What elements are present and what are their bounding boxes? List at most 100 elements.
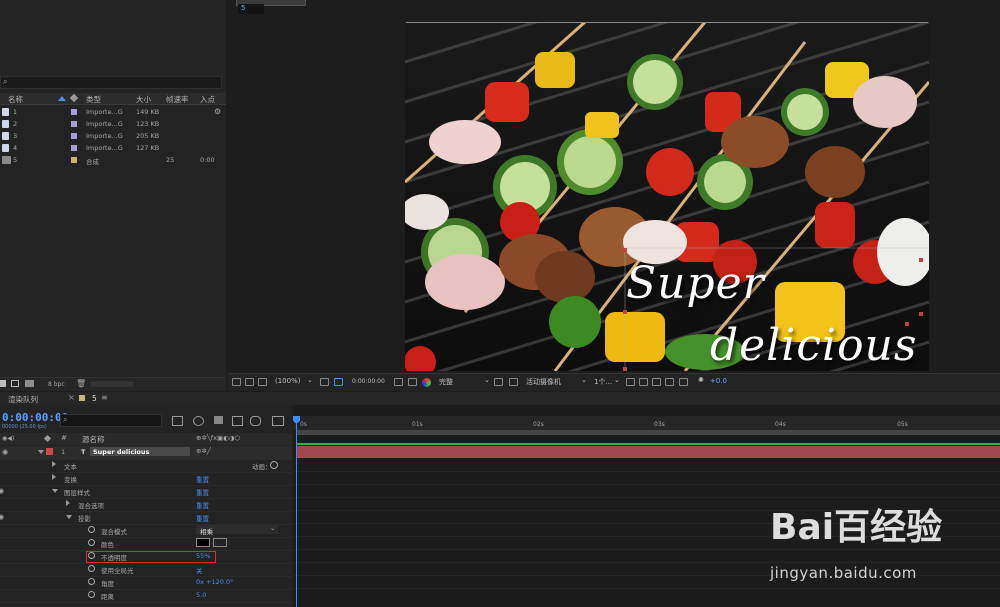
layer-switches[interactable]: ⊕✲╱	[196, 447, 211, 455]
tab-render-queue[interactable]: 渲染队列	[8, 394, 38, 405]
property-row[interactable]: 角度 0x +120.0°	[0, 576, 292, 590]
property-row[interactable]: 文本 动画：	[0, 459, 292, 473]
viewer-layout-icon[interactable]	[626, 378, 635, 386]
col-in[interactable]: 入点	[200, 94, 215, 105]
camera-dropdown[interactable]: 活动摄像机	[526, 377, 561, 387]
expand-arrow-icon[interactable]	[52, 474, 56, 480]
project-item[interactable]: 3 Importe...G 205 KB	[0, 130, 226, 142]
av-switches-icon[interactable]: ◉◀)	[2, 435, 14, 442]
color-channel-icon[interactable]	[422, 378, 431, 387]
property-row[interactable]: 混合模式 相乘 ⌄	[0, 524, 292, 538]
panel-menu-icon[interactable]: ≡	[101, 393, 108, 402]
property-row[interactable]: 混合选项 重置	[0, 498, 292, 512]
project-item[interactable]: 4 Importe...G 127 KB	[0, 142, 226, 154]
monitor-icon[interactable]	[245, 378, 254, 386]
stopwatch-icon[interactable]	[88, 578, 95, 585]
reset-link[interactable]: 重置	[196, 513, 209, 523]
reset-link[interactable]: 重置	[196, 474, 209, 484]
transparency-grid-icon[interactable]	[509, 378, 518, 386]
composition-canvas[interactable]	[405, 22, 929, 371]
work-area-bar[interactable]	[296, 430, 1000, 435]
layer-switches-icons[interactable]: ⊕✲╲fx▣◐◑⬡	[196, 434, 240, 442]
project-search-input[interactable]: ⌕	[0, 76, 222, 89]
flowchart-icon[interactable]: ⚙	[214, 107, 221, 116]
views-dropdown[interactable]: 1个...	[594, 377, 612, 387]
tab-comp[interactable]: 5	[92, 394, 97, 403]
col-size[interactable]: 大小	[136, 94, 151, 105]
layer-duration-bar[interactable]	[296, 446, 1000, 458]
current-timecode[interactable]: 0:00:00:00	[2, 411, 68, 424]
global-light-value[interactable]: 关	[196, 565, 203, 575]
label-color[interactable]	[46, 448, 53, 455]
zoom-dropdown[interactable]: (100%)	[275, 377, 300, 385]
chevron-down-icon[interactable]: ⌄	[614, 376, 620, 384]
canvas-text-delicious[interactable]: delicious	[710, 320, 917, 371]
exposure-icon[interactable]: ✺	[698, 376, 704, 384]
new-composition-icon[interactable]	[25, 380, 34, 387]
motion-blur-icon[interactable]	[250, 416, 261, 426]
playhead-line[interactable]	[296, 416, 297, 607]
angle-value[interactable]: 0x +120.0°	[196, 578, 233, 586]
close-icon[interactable]: ×	[68, 393, 75, 402]
col-name[interactable]: 名称	[8, 94, 23, 105]
resolution-dropdown[interactable]: 完整	[439, 377, 453, 387]
color-swatch[interactable]	[196, 538, 210, 547]
mask-visibility-icon[interactable]	[334, 378, 343, 386]
chevron-down-icon[interactable]: ⌄	[484, 376, 490, 384]
viewer-timecode[interactable]: 0:00:00:00	[352, 378, 385, 385]
glasses-icon[interactable]	[258, 378, 267, 386]
fast-preview-icon[interactable]	[639, 378, 648, 386]
layer-row[interactable]: ◉ 1 T Super delicious ⊕✲╱	[0, 446, 292, 460]
bpc-label[interactable]: 8 bpc	[48, 381, 65, 388]
new-folder-icon[interactable]	[11, 380, 19, 387]
trash-icon[interactable]: 🗑	[76, 379, 86, 388]
col-type[interactable]: 类型	[86, 94, 101, 105]
chevron-down-icon[interactable]: ⌄	[307, 376, 313, 384]
col-source-name[interactable]: 源名称	[82, 434, 105, 445]
draft-3d-icon[interactable]	[193, 416, 204, 426]
graph-editor-icon[interactable]	[272, 416, 284, 426]
distance-value[interactable]: 5.0	[196, 591, 206, 599]
stopwatch-icon[interactable]	[88, 526, 95, 533]
property-row[interactable]: 颜色	[0, 537, 292, 551]
animate-menu[interactable]: 动画：	[252, 461, 272, 471]
visibility-eye-icon[interactable]: ◉	[2, 448, 8, 456]
layer-name[interactable]: Super delicious	[93, 448, 149, 456]
interpret-footage-icon[interactable]	[0, 380, 6, 387]
grid-icon[interactable]	[320, 378, 329, 386]
channel-icon[interactable]	[679, 378, 688, 386]
chevron-down-icon[interactable]: ⌄	[270, 524, 275, 532]
flowchart-icon[interactable]	[665, 378, 674, 386]
footer-slider[interactable]	[90, 381, 134, 387]
property-row[interactable]: 使用全局光 关	[0, 563, 292, 577]
expand-arrow-icon[interactable]	[66, 500, 70, 506]
show-snapshot-icon[interactable]	[408, 378, 417, 386]
property-row[interactable]: 变换 重置	[0, 472, 292, 486]
project-item[interactable]: 1 Importe...G 149 KB ⚙	[0, 106, 226, 118]
visibility-eye-icon[interactable]: ◉	[0, 487, 4, 495]
shy-layers-icon[interactable]	[214, 416, 223, 424]
stopwatch-icon[interactable]	[88, 565, 95, 572]
project-item[interactable]: 2 Importe...G 123 KB	[0, 118, 226, 130]
eyedropper-icon[interactable]	[213, 538, 227, 547]
always-preview-icon[interactable]	[232, 378, 241, 386]
expand-arrow-icon[interactable]	[52, 461, 56, 467]
reset-link[interactable]: 重置	[196, 500, 209, 510]
time-ruler[interactable]: 0s 01s 02s 03s 04s 05s	[294, 416, 1000, 430]
camera-snapshot-icon[interactable]	[394, 378, 403, 386]
property-row[interactable]: ◉ 投影 重置	[0, 511, 292, 525]
stopwatch-icon[interactable]	[88, 591, 95, 598]
exposure-value[interactable]: +0.0	[710, 377, 727, 385]
timeline-search-input[interactable]: ⌕	[60, 414, 162, 427]
region-of-interest-icon[interactable]	[494, 378, 503, 386]
stopwatch-icon[interactable]	[88, 539, 95, 546]
visibility-eye-icon[interactable]: ◉	[0, 513, 4, 521]
canvas-text-super[interactable]: Super	[626, 258, 765, 309]
property-row[interactable]: 距离 5.0	[0, 589, 292, 603]
comp-mini-flowchart-icon[interactable]	[172, 416, 183, 426]
property-row[interactable]: ◉ 图层样式 重置	[0, 485, 292, 499]
col-fps[interactable]: 帧速率	[166, 94, 189, 105]
label-tag-icon[interactable]	[43, 434, 52, 443]
project-item[interactable]: 5 合成 25 0:00	[0, 154, 226, 166]
reset-link[interactable]: 重置	[196, 487, 209, 497]
